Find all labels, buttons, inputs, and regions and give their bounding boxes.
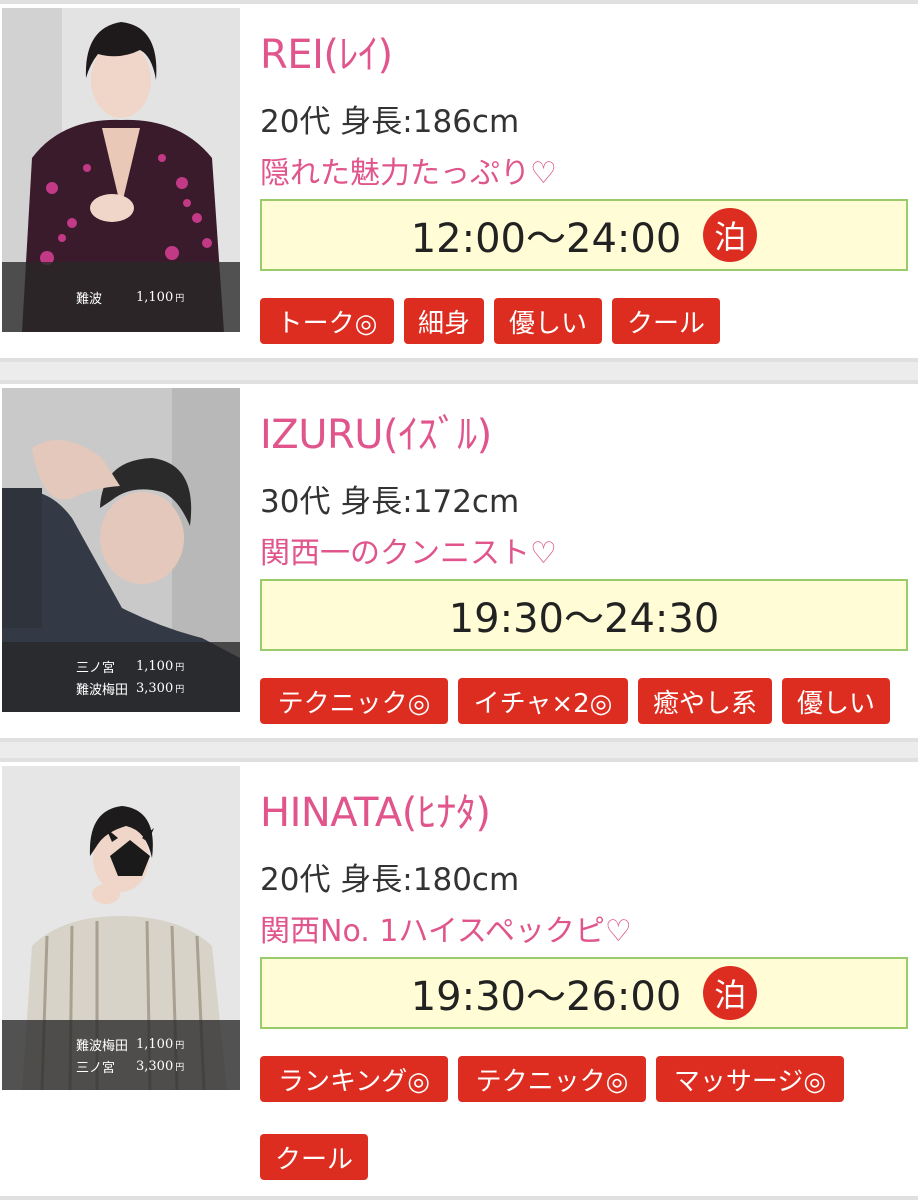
work-hours: 19:30〜24:30	[448, 596, 720, 642]
store-price-overlay: 三ノ宮 1,100 円 難波梅田 3,300 円	[2, 642, 240, 712]
tag[interactable]: 優しい	[782, 678, 890, 724]
tag[interactable]: 細身	[404, 298, 484, 344]
tag[interactable]: イチャ×2◎	[458, 678, 628, 724]
host-age-height: 20代 身長:186cm	[260, 104, 520, 140]
host-photo[interactable]: 難波 1,100 円	[2, 8, 240, 332]
host-name[interactable]: IZURU(ｲｽﾞﾙ)	[260, 402, 492, 460]
tag[interactable]: テクニック◎	[260, 678, 448, 724]
store-price-row: 難波 1,100 円	[76, 286, 240, 308]
host-age-height: 20代 身長:180cm	[260, 862, 520, 898]
store-price: 1,100 円	[136, 1036, 185, 1052]
host-catchphrase: 隠れた魅力たっぷり♡	[260, 156, 557, 191]
store-price-overlay: 難波 1,100 円	[2, 262, 240, 332]
store-price: 1,100 円	[136, 289, 185, 305]
host-list: 難波 1,100 円 REI(ﾚｲ) 20代 身長:186cm 隠れた魅力たっぷり…	[0, 0, 918, 1200]
store-name: 難波	[76, 291, 103, 307]
host-age-height: 30代 身長:172cm	[260, 484, 520, 520]
work-hours: 19:30〜26:00	[410, 974, 682, 1020]
work-hours-box: 19:30〜24:30	[260, 579, 908, 651]
tag[interactable]: クール	[260, 1134, 368, 1180]
tag[interactable]: 優しい	[494, 298, 602, 344]
store-name: 難波梅田	[76, 682, 129, 698]
host-name[interactable]: HINATA(ﾋﾅﾀ)	[260, 780, 491, 838]
store-price-row: 難波梅田 3,300 円	[76, 677, 240, 699]
store-name: 難波梅田	[76, 1038, 129, 1054]
host-catchphrase: 関西No. 1ハイスペックピ♡	[260, 914, 632, 949]
store-price: 1,100 円	[136, 658, 185, 674]
tag[interactable]: ランキング◎	[260, 1056, 448, 1102]
work-hours: 12:00〜24:00	[410, 216, 682, 262]
host-name[interactable]: REI(ﾚｲ)	[260, 22, 393, 80]
tag[interactable]: マッサージ◎	[656, 1056, 844, 1102]
tag[interactable]: テクニック◎	[458, 1056, 646, 1102]
work-hours-box: 19:30〜26:00 泊	[260, 957, 908, 1029]
store-price-row: 三ノ宮 3,300 円	[76, 1055, 240, 1077]
work-hours-box: 12:00〜24:00 泊	[260, 199, 908, 271]
tag[interactable]: 癒やし系	[638, 678, 772, 724]
host-catchphrase: 関西一のクンニスト♡	[260, 536, 557, 571]
overnight-badge: 泊	[703, 208, 758, 262]
store-name: 三ノ宮	[76, 1060, 116, 1076]
store-price-row: 三ノ宮 1,100 円	[76, 655, 240, 677]
host-card-rei[interactable]: 難波 1,100 円 REI(ﾚｲ) 20代 身長:186cm 隠れた魅力たっぷり…	[0, 0, 918, 362]
overnight-badge: 泊	[703, 966, 758, 1020]
store-price-overlay: 難波梅田 1,100 円 三ノ宮 3,300 円	[2, 1020, 240, 1090]
host-photo[interactable]: 難波梅田 1,100 円 三ノ宮 3,300 円	[2, 766, 240, 1090]
store-price: 3,300 円	[136, 1058, 185, 1074]
store-name: 三ノ宮	[76, 660, 116, 676]
host-card-izuru[interactable]: 三ノ宮 1,100 円 難波梅田 3,300 円 IZURU(ｲｽﾞﾙ) 30代 身…	[0, 380, 918, 742]
tag[interactable]: トーク◎	[260, 298, 394, 344]
tag[interactable]: クール	[612, 298, 720, 344]
host-card-hinata[interactable]: 難波梅田 1,100 円 三ノ宮 3,300 円 HINATA(ﾋﾅﾀ) 20代 身…	[0, 758, 918, 1200]
store-price: 3,300 円	[136, 680, 185, 696]
store-price-row: 難波梅田 1,100 円	[76, 1033, 240, 1055]
host-photo[interactable]: 三ノ宮 1,100 円 難波梅田 3,300 円	[2, 388, 240, 712]
